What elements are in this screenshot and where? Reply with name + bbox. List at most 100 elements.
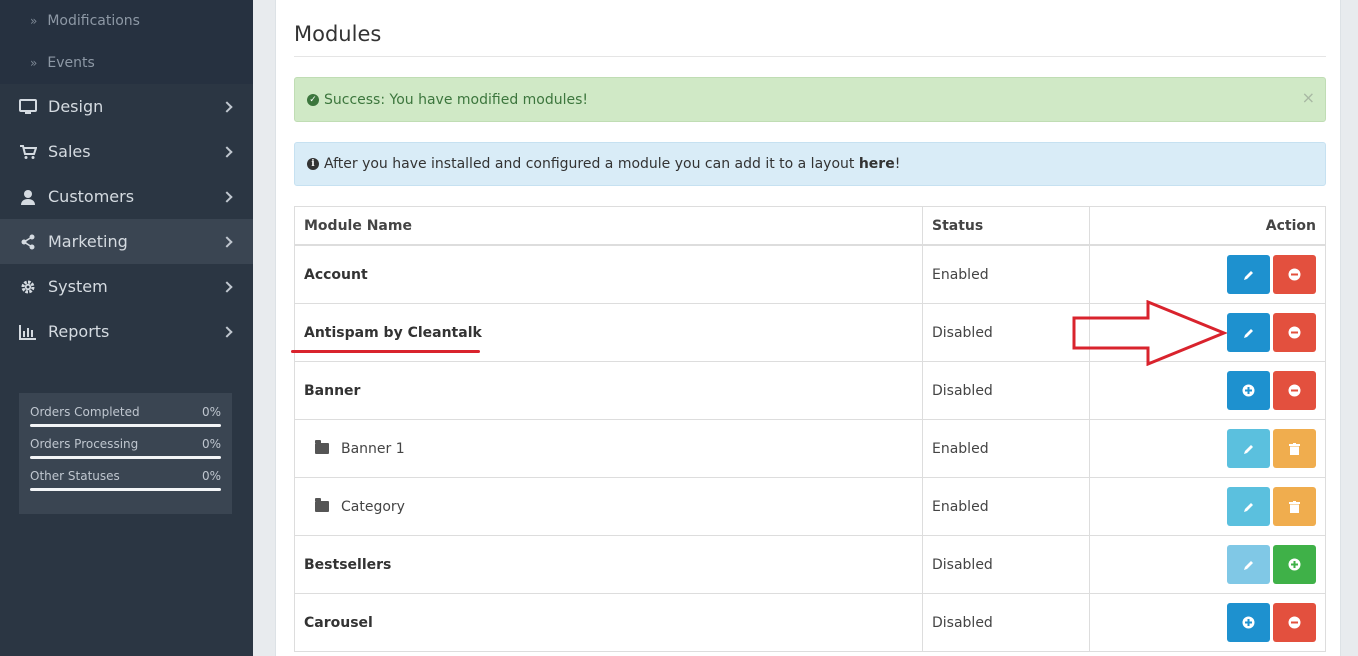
table-row: Banner Disabled [295,362,1325,420]
monitor-icon [18,98,38,115]
plus-circle-icon [1242,616,1255,629]
module-status: Enabled [923,478,1090,535]
info-alert-text: After you have installed and configured … [324,156,900,172]
chevron-right-icon [221,190,233,203]
sidebar-item-reports[interactable]: Reports [0,309,253,354]
stat-progress-bar [30,456,221,459]
sidebar-item-label: Reports [48,322,110,341]
stat-label: Orders Completed [30,405,140,419]
delete-button[interactable] [1273,487,1316,526]
info-alert: i After you have installed and configure… [294,142,1326,186]
sidebar: » Modifications » Events Design Sales Cu… [0,0,253,656]
header-status[interactable]: Status [923,207,1090,244]
info-alert-prefix: After you have installed and configured … [324,156,859,172]
module-name: Category [295,478,923,535]
module-actions [1090,246,1325,303]
sidebar-item-label: Customers [48,187,135,206]
module-name: Bestsellers [295,536,923,593]
stat-progress-bar [30,424,221,427]
uninstall-button[interactable] [1273,255,1316,294]
module-actions [1090,362,1325,419]
stat-other-statuses: Other Statuses 0% [30,469,221,491]
stat-orders-completed: Orders Completed 0% [30,405,221,427]
stat-label: Other Statuses [30,469,120,483]
sidebar-item-system[interactable]: System [0,264,253,309]
module-actions [1090,594,1325,651]
module-name-label: Category [341,498,405,515]
uninstall-button[interactable] [1273,313,1316,352]
table-row: Banner 1 Enabled [295,420,1325,478]
sidebar-subitem-label: Modifications [47,13,140,29]
layout-here-link[interactable]: here [859,156,895,172]
header-module-name[interactable]: Module Name [295,207,923,244]
stat-value: 0% [201,469,221,483]
edit-button[interactable] [1227,487,1270,526]
install-button[interactable] [1273,545,1316,584]
folder-open-icon [315,498,329,512]
plus-circle-icon [1242,384,1255,397]
module-actions [1090,420,1325,477]
bar-chart-icon [18,324,38,340]
module-status: Enabled [923,420,1090,477]
sidebar-item-sales[interactable]: Sales [0,129,253,174]
module-name: Banner 1 [295,420,923,477]
annotation-arrow-icon [1072,300,1227,366]
edit-button[interactable] [1227,429,1270,468]
add-button[interactable] [1227,603,1270,642]
module-name-label: Banner 1 [341,440,405,457]
annotation-underline [291,350,480,353]
check-circle-icon: ✓ [307,93,319,106]
sidebar-item-design[interactable]: Design [0,84,253,129]
module-status: Disabled [923,594,1090,651]
uninstall-button[interactable] [1273,603,1316,642]
edit-button[interactable] [1227,313,1270,352]
plus-circle-icon [1288,558,1301,571]
info-circle-icon: i [307,158,319,170]
minus-circle-icon [1288,326,1301,339]
sidebar-item-customers[interactable]: Customers [0,174,253,219]
pencil-icon [1243,328,1253,338]
module-name: Carousel [295,594,923,651]
folder-open-icon [315,440,329,454]
table-row: Category Enabled [295,478,1325,536]
sidebar-item-marketing[interactable]: Marketing [0,219,253,264]
user-icon [18,189,38,205]
module-name: Account [295,246,923,303]
module-status: Disabled [923,362,1090,419]
delete-button[interactable] [1273,429,1316,468]
header-action: Action [1265,217,1316,234]
title-divider [294,56,1326,57]
sidebar-submenu: » Modifications » Events [0,0,253,84]
chevron-right-icon [221,280,233,293]
table-row: Bestsellers Disabled [295,536,1325,594]
sidebar-subitem-modifications[interactable]: » Modifications [0,0,253,42]
module-status: Enabled [923,246,1090,303]
stat-label: Orders Processing [30,437,139,451]
uninstall-button[interactable] [1273,371,1316,410]
stat-orders-processing: Orders Processing 0% [30,437,221,459]
trash-icon [1289,442,1300,455]
success-alert-text: Success: You have modified modules! [324,91,589,108]
trash-icon [1289,500,1300,513]
module-actions [1090,478,1325,535]
share-icon [18,234,38,250]
minus-circle-icon [1288,616,1301,629]
close-icon[interactable]: × [1302,88,1315,107]
module-status: Disabled [923,304,1090,361]
pencil-icon [1243,560,1253,570]
minus-circle-icon [1288,268,1301,281]
chevron-right-icon [221,100,233,113]
table-header-row: Module Name Status Action [295,207,1325,246]
pencil-icon [1243,270,1253,280]
stat-value: 0% [201,405,221,419]
sidebar-subitem-label: Events [47,55,95,71]
table-row: Account Enabled [295,246,1325,304]
cart-icon [18,144,38,160]
sidebar-item-label: Design [48,97,104,116]
edit-button[interactable] [1227,255,1270,294]
add-button[interactable] [1227,371,1270,410]
sidebar-subitem-events[interactable]: » Events [0,42,253,84]
minus-circle-icon [1288,384,1301,397]
stat-value: 0% [201,437,221,451]
chevron-right-icon [221,145,233,158]
